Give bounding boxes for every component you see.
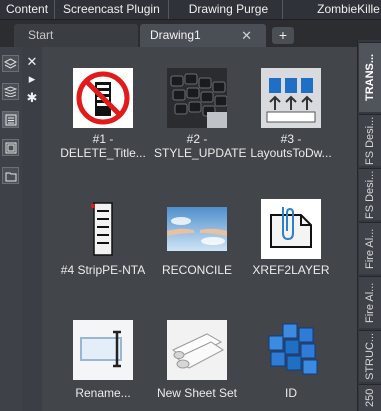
tab-drawing1-label: Drawing1 [150,28,201,42]
ribbon-tab-zombiekiller[interactable]: ZombieKille [283,0,380,19]
tool-label: RECONCILE [161,263,232,277]
tab-start[interactable]: Start [14,24,138,47]
tool-item-strip-pe-nta[interactable]: #4 StripPE-NTA [60,199,146,294]
ribbon-tab-screencast[interactable]: Screencast Plugin [55,0,168,19]
left-toolbar [0,47,22,411]
tool-label: #3 - LayoutsToDw... [250,132,332,160]
tool-palette-icon[interactable] [2,111,19,128]
tool-palette-content: #1 - DELETE_Title... #2 - STYLE_UPDATE #… [42,47,357,411]
tab-start-label: Start [28,28,54,42]
tab-drawing1[interactable]: Drawing1 ✕ [140,24,266,47]
palette-group-tabs: TRANS... FS Desi... FS Desi... Fire Al..… [357,40,381,411]
palette-properties-icon[interactable]: ✱ [24,91,40,105]
rename-field-icon [73,320,133,380]
tool-item-layouts-to-dwg[interactable]: #3 - LayoutsToDw... [248,68,334,178]
tab-fire-alarm-1[interactable]: Fire Al... [359,222,381,274]
close-palette-icon[interactable]: ✕ [24,55,40,69]
close-tab-icon[interactable]: ✕ [241,24,252,47]
tab-structural[interactable]: STRUC... [359,330,381,382]
tool-label: New Sheet Set [156,386,238,400]
tab-trans[interactable]: TRANS... [359,42,381,112]
ribbon-tab-drawing-purge[interactable]: Drawing Purge [169,0,282,19]
ribbon-tab-bar: Content Screencast Plugin Drawing Purge … [0,0,381,20]
tab-fire-alarm-2[interactable]: Fire Al... [359,276,381,328]
tool-label: XREF2LAYER [252,263,330,277]
tool-item-style-update[interactable]: #2 - STYLE_UPDATE [154,68,247,178]
autohide-icon[interactable]: ▸ [24,72,40,86]
ribbon-tab-content[interactable]: Content [0,0,54,19]
blue-cubes-icon [261,320,321,380]
rolled-sheets-icon [167,320,227,380]
tool-label: #1 - DELETE_Title... [60,132,146,160]
tool-item-id[interactable]: ID [248,320,334,411]
tool-item-new-sheet-set[interactable]: New Sheet Set [154,320,240,411]
tab-fs-design-1[interactable]: FS Desi... [359,114,381,166]
document-tab-bar: Start Drawing1 ✕ + [0,20,381,47]
new-tab-button[interactable]: + [272,27,294,44]
tool-item-delete-title[interactable]: #1 - DELETE_Title... [60,68,146,178]
tool-item-xref2layer[interactable]: XREF2LAYER [248,199,334,294]
dwg-layouts-icon [261,68,321,128]
paperclip-document-icon [261,199,321,259]
tool-label: #4 StripPE-NTA [60,263,146,277]
document-stack-icon [73,199,133,259]
sheet-set-icon[interactable] [2,139,19,156]
stacked-sheets-icon[interactable] [2,83,19,100]
tool-label: #2 - STYLE_UPDATE [154,132,247,160]
tool-item-reconcile[interactable]: RECONCILE [154,199,240,294]
tab-fs-design-2[interactable]: FS Desi... [359,168,381,220]
tool-item-rename[interactable]: Rename... [60,320,146,411]
layers-icon[interactable] [2,55,19,72]
tool-label: Rename... [75,386,131,400]
no-entry-document-icon [73,68,133,128]
tab-250[interactable]: 250 [359,384,381,411]
handshake-icon [167,199,227,259]
tool-label: ID [285,386,297,400]
folder-icon[interactable] [2,167,19,184]
keyboard-photo-icon [167,68,227,128]
